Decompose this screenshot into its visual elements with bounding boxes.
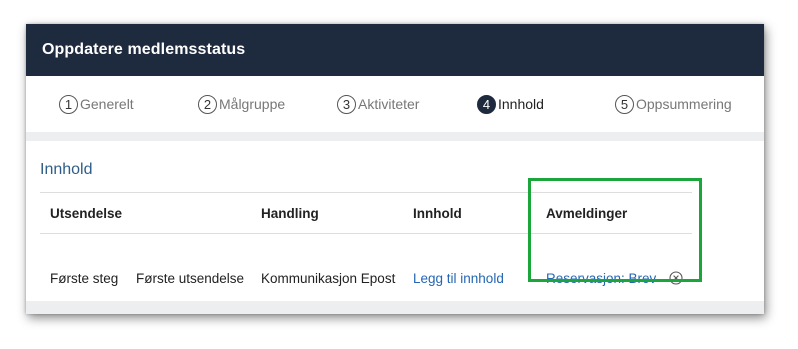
step-label: Innhold	[498, 96, 544, 112]
column-header-utsendelse: Utsendelse	[50, 206, 123, 221]
step-label: Generelt	[80, 96, 134, 112]
dialog-header: Oppdatere medlemsstatus	[26, 24, 764, 76]
dialog-window: Oppdatere medlemsstatus 1 Generelt 2 Mål…	[26, 24, 764, 314]
section-title: Innhold	[40, 161, 93, 178]
step-number: 4	[477, 94, 496, 114]
step-label: Oppsummering	[636, 96, 732, 112]
dialog-title: Oppdatere medlemsstatus	[42, 41, 246, 58]
step-aktiviteter[interactable]: 3 Aktiviteter	[337, 93, 419, 115]
step-label: Aktiviteter	[358, 96, 420, 112]
cell-step: Første steg	[50, 271, 119, 286]
step-malgruppe[interactable]: 2 Målgruppe	[198, 93, 285, 115]
step-oppsummering[interactable]: 5 Oppsummering	[615, 93, 732, 115]
step-number: 1	[59, 94, 78, 114]
step-label: Målgruppe	[219, 96, 286, 112]
step-generelt[interactable]: 1 Generelt	[59, 93, 134, 115]
divider	[40, 192, 692, 193]
cell-utsendelse: Første utsendelse	[136, 271, 245, 286]
step-number: 2	[198, 94, 217, 114]
step-number: 3	[337, 94, 356, 114]
circle-x-icon[interactable]	[669, 271, 683, 285]
column-header-innhold: Innhold	[413, 206, 462, 221]
step-number: 5	[615, 94, 634, 114]
content-panel: Innhold Utsendelse Handling Innhold Avme…	[26, 141, 764, 301]
reservation-link[interactable]: Reservasjon: Brev	[546, 271, 656, 286]
header-divider	[40, 233, 692, 234]
step-innhold[interactable]: 4 Innhold	[477, 93, 544, 115]
column-header-handling: Handling	[261, 206, 319, 221]
wizard-steps: 1 Generelt 2 Målgruppe 3 Aktiviteter 4 I…	[26, 76, 764, 132]
cell-handling: Kommunikasjon Epost	[261, 271, 396, 286]
column-header-avmeldinger: Avmeldinger	[546, 206, 628, 221]
add-content-link[interactable]: Legg til innhold	[413, 271, 504, 286]
